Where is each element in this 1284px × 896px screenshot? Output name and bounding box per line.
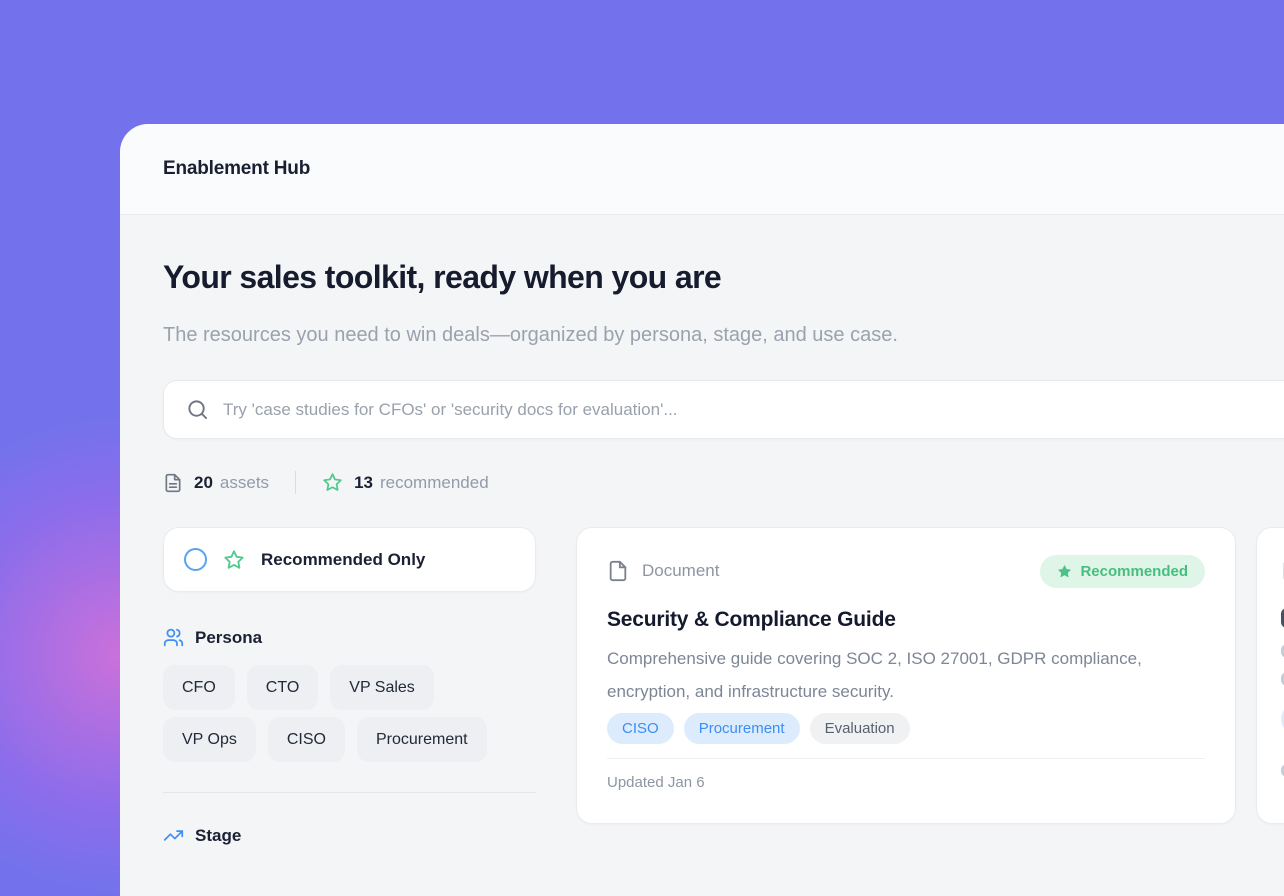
card-description: Comprehensive guide covering SOC 2, ISO … bbox=[607, 642, 1202, 708]
recommended-count-label: recommended bbox=[380, 473, 489, 493]
stats-row: 20 assets 13 recommended bbox=[163, 471, 1284, 494]
recommended-only-toggle[interactable]: Recommended Only bbox=[163, 527, 536, 592]
card-divider bbox=[607, 758, 1205, 759]
persona-chip-procurement[interactable]: Procurement bbox=[357, 717, 487, 762]
card-top-row: Document Recommended bbox=[607, 554, 1205, 588]
sidebar-divider bbox=[163, 792, 536, 793]
card-title: Security & Compliance Guide bbox=[607, 608, 1205, 632]
search-bar[interactable] bbox=[163, 380, 1284, 439]
card-tags: CISO Procurement Evaluation bbox=[607, 713, 1205, 744]
stage-section-heading: Stage bbox=[163, 825, 536, 846]
page-subtitle: The resources you need to win deals—orga… bbox=[163, 312, 903, 358]
persona-chip-vp-sales[interactable]: VP Sales bbox=[330, 665, 434, 710]
recommended-only-label: Recommended Only bbox=[261, 550, 425, 570]
enablement-hub-panel: Enablement Hub Your sales toolkit, ready… bbox=[120, 124, 1284, 896]
recommended-count-value: 13 bbox=[354, 473, 373, 493]
panel-header: Enablement Hub bbox=[120, 124, 1284, 215]
search-icon bbox=[186, 398, 209, 421]
persona-section-label: Persona bbox=[195, 628, 262, 648]
asset-card-security-compliance[interactable]: Document Recommended Security & Complian… bbox=[576, 527, 1236, 824]
asset-cards: Document Recommended Security & Complian… bbox=[576, 527, 1284, 846]
file-icon bbox=[607, 560, 629, 582]
recommended-count: 13 recommended bbox=[322, 472, 489, 493]
search-input[interactable] bbox=[223, 381, 1284, 438]
persona-chips: CFO CTO VP Sales VP Ops CISO Procurement bbox=[163, 665, 536, 762]
persona-chip-cto[interactable]: CTO bbox=[247, 665, 318, 710]
stage-section-label: Stage bbox=[195, 826, 241, 846]
users-icon bbox=[163, 627, 184, 648]
stats-divider bbox=[295, 471, 296, 494]
app-title: Enablement Hub bbox=[163, 158, 310, 180]
panel-body: Your sales toolkit, ready when you are T… bbox=[120, 259, 1284, 846]
filters-sidebar: Recommended Only Persona CFO CTO VP Sales V… bbox=[163, 527, 536, 846]
card-tag-procurement[interactable]: Procurement bbox=[684, 713, 800, 744]
card-tag-evaluation[interactable]: Evaluation bbox=[810, 713, 910, 744]
star-icon bbox=[322, 472, 343, 493]
persona-chip-cfo[interactable]: CFO bbox=[163, 665, 235, 710]
recommended-badge-label: Recommended bbox=[1080, 563, 1188, 580]
persona-chip-vp-ops[interactable]: VP Ops bbox=[163, 717, 256, 762]
document-icon bbox=[163, 473, 183, 493]
recommended-badge: Recommended bbox=[1040, 555, 1205, 588]
card-type-label: Document bbox=[642, 561, 719, 581]
card-updated: Updated Jan 6 bbox=[607, 774, 1205, 791]
card-type: Document bbox=[607, 560, 719, 582]
next-asset-card-partial[interactable] bbox=[1256, 527, 1284, 824]
assets-count-value: 20 bbox=[194, 473, 213, 493]
trending-up-icon bbox=[163, 825, 184, 846]
assets-count: 20 assets bbox=[163, 473, 269, 493]
assets-count-label: assets bbox=[220, 473, 269, 493]
card-tag-ciso[interactable]: CISO bbox=[607, 713, 674, 744]
app-background: Enablement Hub Your sales toolkit, ready… bbox=[0, 0, 1284, 896]
star-icon bbox=[223, 549, 245, 571]
star-icon bbox=[1057, 564, 1072, 579]
radio-circle-icon[interactable] bbox=[184, 548, 207, 571]
content-row: Recommended Only Persona CFO CTO VP Sales V… bbox=[163, 527, 1284, 846]
persona-section-heading: Persona bbox=[163, 627, 536, 648]
persona-chip-ciso[interactable]: CISO bbox=[268, 717, 345, 762]
page-title: Your sales toolkit, ready when you are bbox=[163, 259, 1284, 296]
